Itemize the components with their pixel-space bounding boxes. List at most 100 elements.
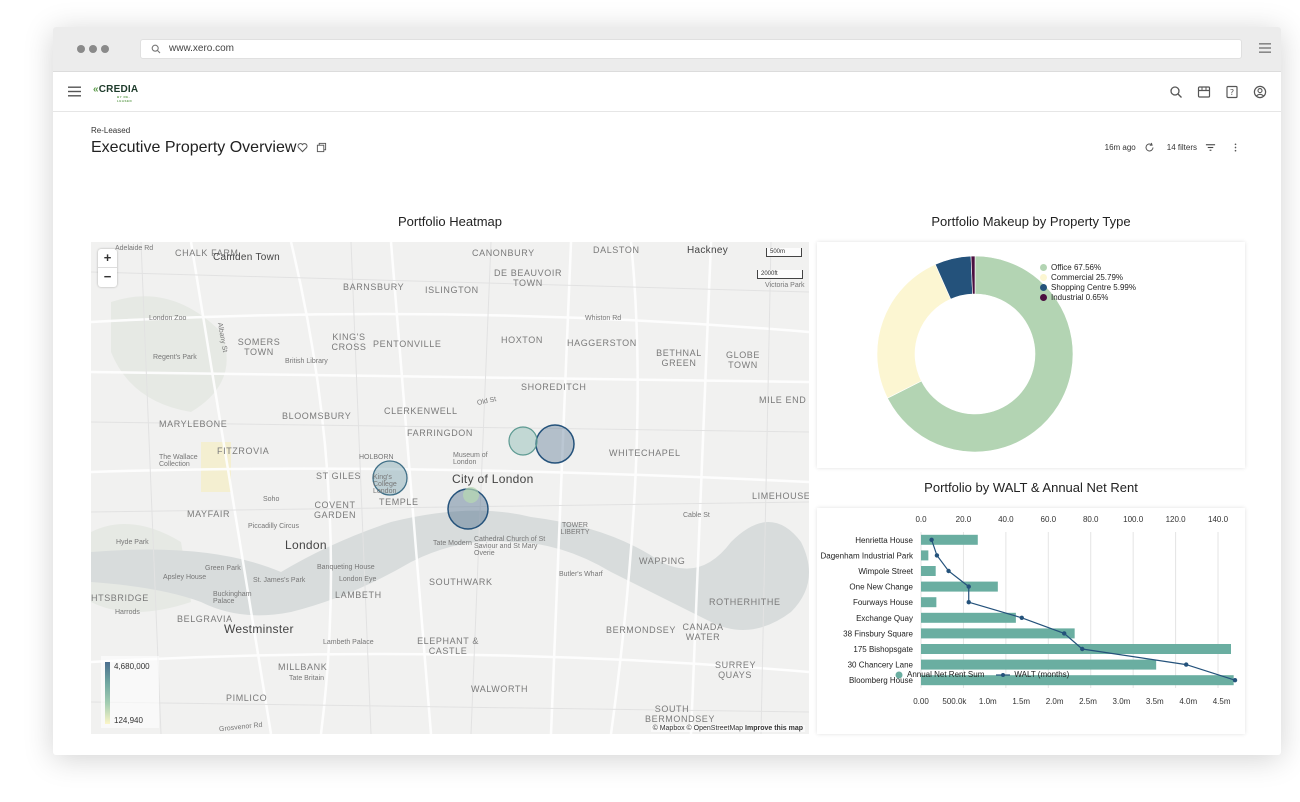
map-label: HTSBRIDGE [91,593,149,603]
window-controls[interactable] [77,45,109,53]
map-label: Whiston Rd [585,315,622,322]
refresh-icon[interactable] [1144,142,1155,153]
category-label: Henrietta House [855,536,913,545]
map-label: London Eye [339,576,377,583]
legend-item-rent[interactable]: Annual Net Rent Sum [895,670,984,679]
store-icon[interactable] [1197,85,1211,99]
walt-point[interactable] [1184,662,1189,667]
map-label: Butler's Wharf [559,571,603,578]
walt-line [931,539,1236,681]
map-label: HOXTON [501,335,543,345]
rent-bar[interactable] [921,612,1016,623]
map-label: DALSTON [593,245,640,255]
donut-slice-1[interactable] [876,264,952,399]
legend-item-shopping-centre[interactable]: Shopping Centre 5.99% [1040,282,1136,292]
map-label: City of London [452,472,534,486]
category-label: Dagenham Industrial Park [821,551,914,560]
walt-point[interactable] [1080,646,1085,652]
heatmap-map[interactable]: Adelaide Rd CHALK FARM Camden Town CANON… [91,242,809,734]
breadcrumb[interactable]: Re-Leased [91,126,130,135]
map-attribution: © Mapbox © OpenStreetMap Improve this ma… [650,725,805,732]
account-icon[interactable] [1253,85,1267,99]
bottom-tick-label: 500.0k [942,697,967,706]
legend-item-commercial[interactable]: Commercial 25.79% [1040,272,1136,282]
map-label: King's College London [373,474,397,495]
category-label: 38 Finsbury Square [843,629,913,638]
category-label: 30 Chancery Lane [848,661,914,670]
map-label: ELEPHANT & CASTLE [417,636,479,656]
map-base [91,242,809,734]
search-icon[interactable] [1169,85,1183,99]
legend-swatch [996,672,1011,677]
map-label: Camden Town [213,252,281,263]
rent-bar[interactable] [921,644,1231,654]
map-label: Cable St [683,512,710,519]
rent-bar[interactable] [921,628,1075,639]
map-label: MAYFAIR [187,509,231,519]
bottom-tick-label: 1.0m [979,697,997,706]
walt-point[interactable] [934,553,940,558]
map-label: Soho [263,496,280,503]
heat-bubble[interactable] [535,424,575,464]
walt-point[interactable] [1062,631,1067,636]
category-label: One New Change [849,583,913,592]
walt-rent-chart: 0.0 20.0 40.0 60.0 80.0 100.0 120.0 140.0 0.00 50… [821,515,1238,706]
top-tick-label: 120.0 [1166,515,1187,524]
map-label: COVENT GARDEN [313,500,357,520]
bottom-tick-label: 0.00 [913,697,929,706]
address-bar[interactable]: www.xero.com [140,39,1242,59]
donut-legend: Office 67.56% Commercial 25.79% Shopping… [1040,262,1136,302]
copy-icon[interactable] [316,142,327,153]
color-gradient [105,662,110,724]
walt-point[interactable] [946,568,951,574]
rent-bar[interactable] [921,550,929,561]
map-label: FARRINGDON [407,428,474,438]
walt-point[interactable] [929,537,934,542]
filter-icon[interactable] [1205,142,1216,153]
walt-point[interactable] [966,600,971,605]
map-label: Green Park [205,565,241,572]
rent-bar[interactable] [921,597,937,608]
heat-bubble[interactable] [463,487,479,503]
walt-point[interactable] [1019,615,1024,620]
walt-point[interactable] [966,584,971,589]
help-icon[interactable]: ? [1225,85,1239,99]
map-label: Westminster [224,622,294,636]
filters-count[interactable]: 14 filters [1167,143,1197,152]
walt-point[interactable] [1232,678,1238,683]
map-label: PIMLICO [226,693,268,703]
legend-item-industrial[interactable]: Industrial 0.65% [1040,292,1136,302]
hamburger-icon[interactable] [1259,42,1271,54]
more-vertical-icon[interactable] [1230,142,1241,153]
map-label: Buckingham Palace [213,591,252,605]
map-label: SOUTHWARK [429,577,493,587]
legend-item-office[interactable]: Office 67.56% [1040,262,1136,272]
browser-chrome: www.xero.com [53,27,1281,72]
legend-item-walt[interactable]: WALT (months) [996,670,1069,679]
menu-icon[interactable] [68,86,81,97]
rent-bar[interactable] [921,566,936,576]
heart-icon[interactable] [297,142,308,153]
heat-bubble[interactable] [508,426,538,456]
map-label: St. James's Park [253,577,306,584]
map-label: Tate Britain [289,675,325,682]
category-label: 175 Bishopsgate [853,645,913,654]
map-label: BARNSBURY [343,282,405,292]
rent-bar[interactable] [921,659,1157,670]
zoom-in-button[interactable]: + [98,249,117,268]
rent-bar[interactable] [921,581,998,592]
app-logo[interactable]: «CREDIA BY RE-LEASED [93,84,138,103]
map-label: WHITECHAPEL [609,448,681,458]
map-label: KING'S CROSS [331,332,367,352]
donut-title: Portfolio Makeup by Property Type [931,214,1131,229]
map-label: British Library [285,358,328,365]
improve-map-link[interactable]: Improve this map [745,725,803,732]
map-label: TEMPLE [379,497,419,507]
map-label: HOLBORN [359,454,394,461]
map-label: London Zoo [149,315,187,322]
bottom-tick-label: 1.5m [1012,697,1030,706]
map-label: Piccadilly Circus [248,523,299,530]
zoom-out-button[interactable]: − [98,268,117,287]
bottom-tick-label: 4.0m [1179,697,1197,706]
category-label: Fourways House [853,598,914,607]
